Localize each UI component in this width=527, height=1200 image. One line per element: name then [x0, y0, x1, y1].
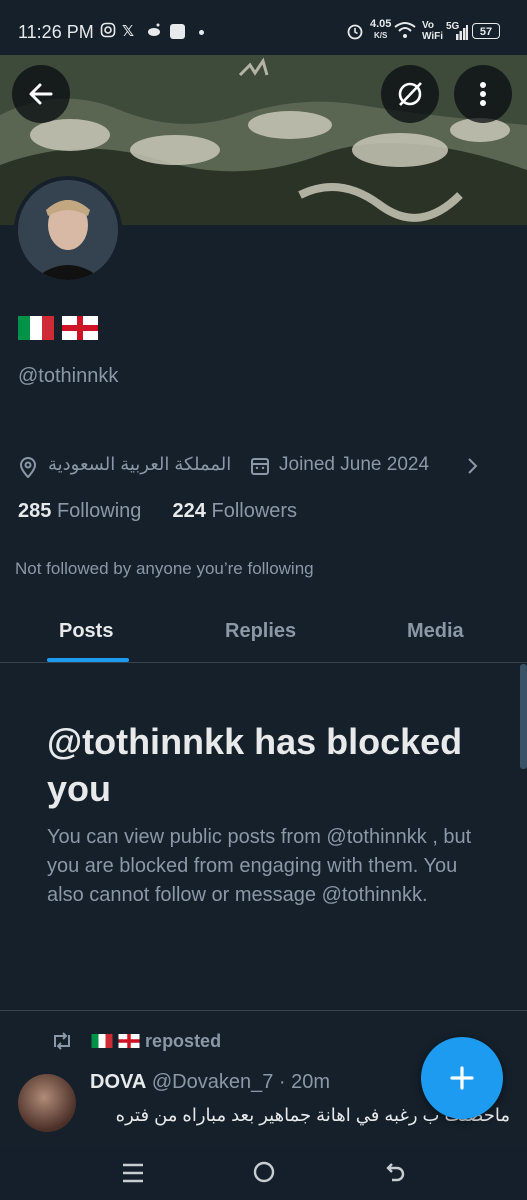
profile-meta-row: المملكة العربية السعودية Joined June 202… [18, 452, 518, 482]
italy-flag-icon [18, 316, 54, 340]
england-flag-icon [62, 316, 99, 340]
home-circle-icon [253, 1161, 275, 1183]
divider [0, 1010, 527, 1011]
post-author-line: DOVA @Dovaken_7 · 20m [90, 1071, 330, 1094]
following-link[interactable]: 285 Following [18, 500, 147, 522]
post-time: 20m [291, 1071, 331, 1093]
profile-avatar[interactable] [14, 176, 122, 284]
repost-icon [54, 1032, 70, 1050]
calendar-icon [250, 456, 270, 482]
post-separator: · [278, 1071, 286, 1093]
x-app-icon: 𝕏 [122, 23, 135, 40]
active-tab-indicator [47, 658, 129, 662]
status-time: 11:26 PM [18, 22, 94, 42]
menu-icon [123, 1163, 143, 1183]
network-speed: 4.05 K/S [370, 18, 392, 41]
profile-joined-date: Joined June 2024 [279, 454, 430, 475]
back-arrow-icon [29, 83, 53, 105]
italy-flag-icon [91, 1034, 113, 1049]
more-options-button[interactable] [454, 65, 512, 123]
followers-label: Followers [211, 500, 298, 522]
recent-apps-button[interactable] [120, 1162, 146, 1189]
follow-counts: 285 Following 224 Followers [18, 500, 297, 523]
volte-wifi-indicator: Vo WiFi [422, 20, 444, 42]
location-pin-icon [18, 456, 38, 484]
reddit-icon [146, 22, 162, 42]
blocked-description: You can view public posts from @tothinnk… [47, 826, 472, 906]
back-curve-icon [386, 1163, 405, 1182]
refresh-off-icon [398, 82, 422, 106]
compose-post-button[interactable] [421, 1037, 503, 1119]
profile-handle: @tothinnkk [18, 365, 119, 387]
profile-display-name [18, 316, 102, 340]
wifi-icon [394, 21, 416, 43]
tab-posts[interactable]: Posts [59, 620, 113, 643]
back-button[interactable] [12, 65, 70, 123]
blocked-title: @tothinnkk has blocked you [47, 721, 463, 809]
signal-icon [450, 24, 468, 45]
post-author-avatar[interactable] [18, 1074, 76, 1132]
tab-media[interactable]: Media [407, 620, 464, 643]
battery-indicator: 57 [472, 23, 500, 39]
back-nav-button[interactable] [384, 1160, 408, 1189]
repost-context: reposted [50, 1030, 221, 1052]
refresh-button[interactable] [381, 65, 439, 123]
not-followed-note: Not followed by anyone you’re following [15, 559, 314, 578]
reposted-label: reposted [145, 1030, 222, 1051]
tab-replies[interactable]: Replies [225, 620, 296, 643]
chevron-right-icon[interactable] [465, 455, 479, 483]
following-label: Following [56, 500, 142, 522]
profile-location: المملكة العربية السعودية [48, 454, 232, 474]
followers-link[interactable]: 224 Followers [173, 500, 298, 522]
scrollbar-thumb[interactable] [520, 664, 527, 769]
england-flag-icon [118, 1034, 140, 1049]
status-bar: 11:26 PM 𝕏 4.05 K/S Vo WiFi 5G 57 [0, 0, 527, 62]
post-author-name[interactable]: DOVA [90, 1071, 146, 1093]
app-notification-icon [170, 24, 185, 39]
alarm-icon [346, 22, 364, 44]
plus-icon [450, 1066, 474, 1090]
followers-count: 224 [172, 500, 206, 522]
post-author-handle: @Dovaken_7 [151, 1071, 274, 1093]
instagram-icon [100, 22, 116, 42]
profile-tabs: Posts Replies Media [0, 600, 527, 663]
more-notifications-dot-icon [199, 30, 204, 35]
home-button[interactable] [252, 1160, 276, 1189]
more-vertical-icon [480, 82, 486, 106]
system-nav-bar [0, 1146, 527, 1200]
following-count: 285 [18, 500, 52, 522]
